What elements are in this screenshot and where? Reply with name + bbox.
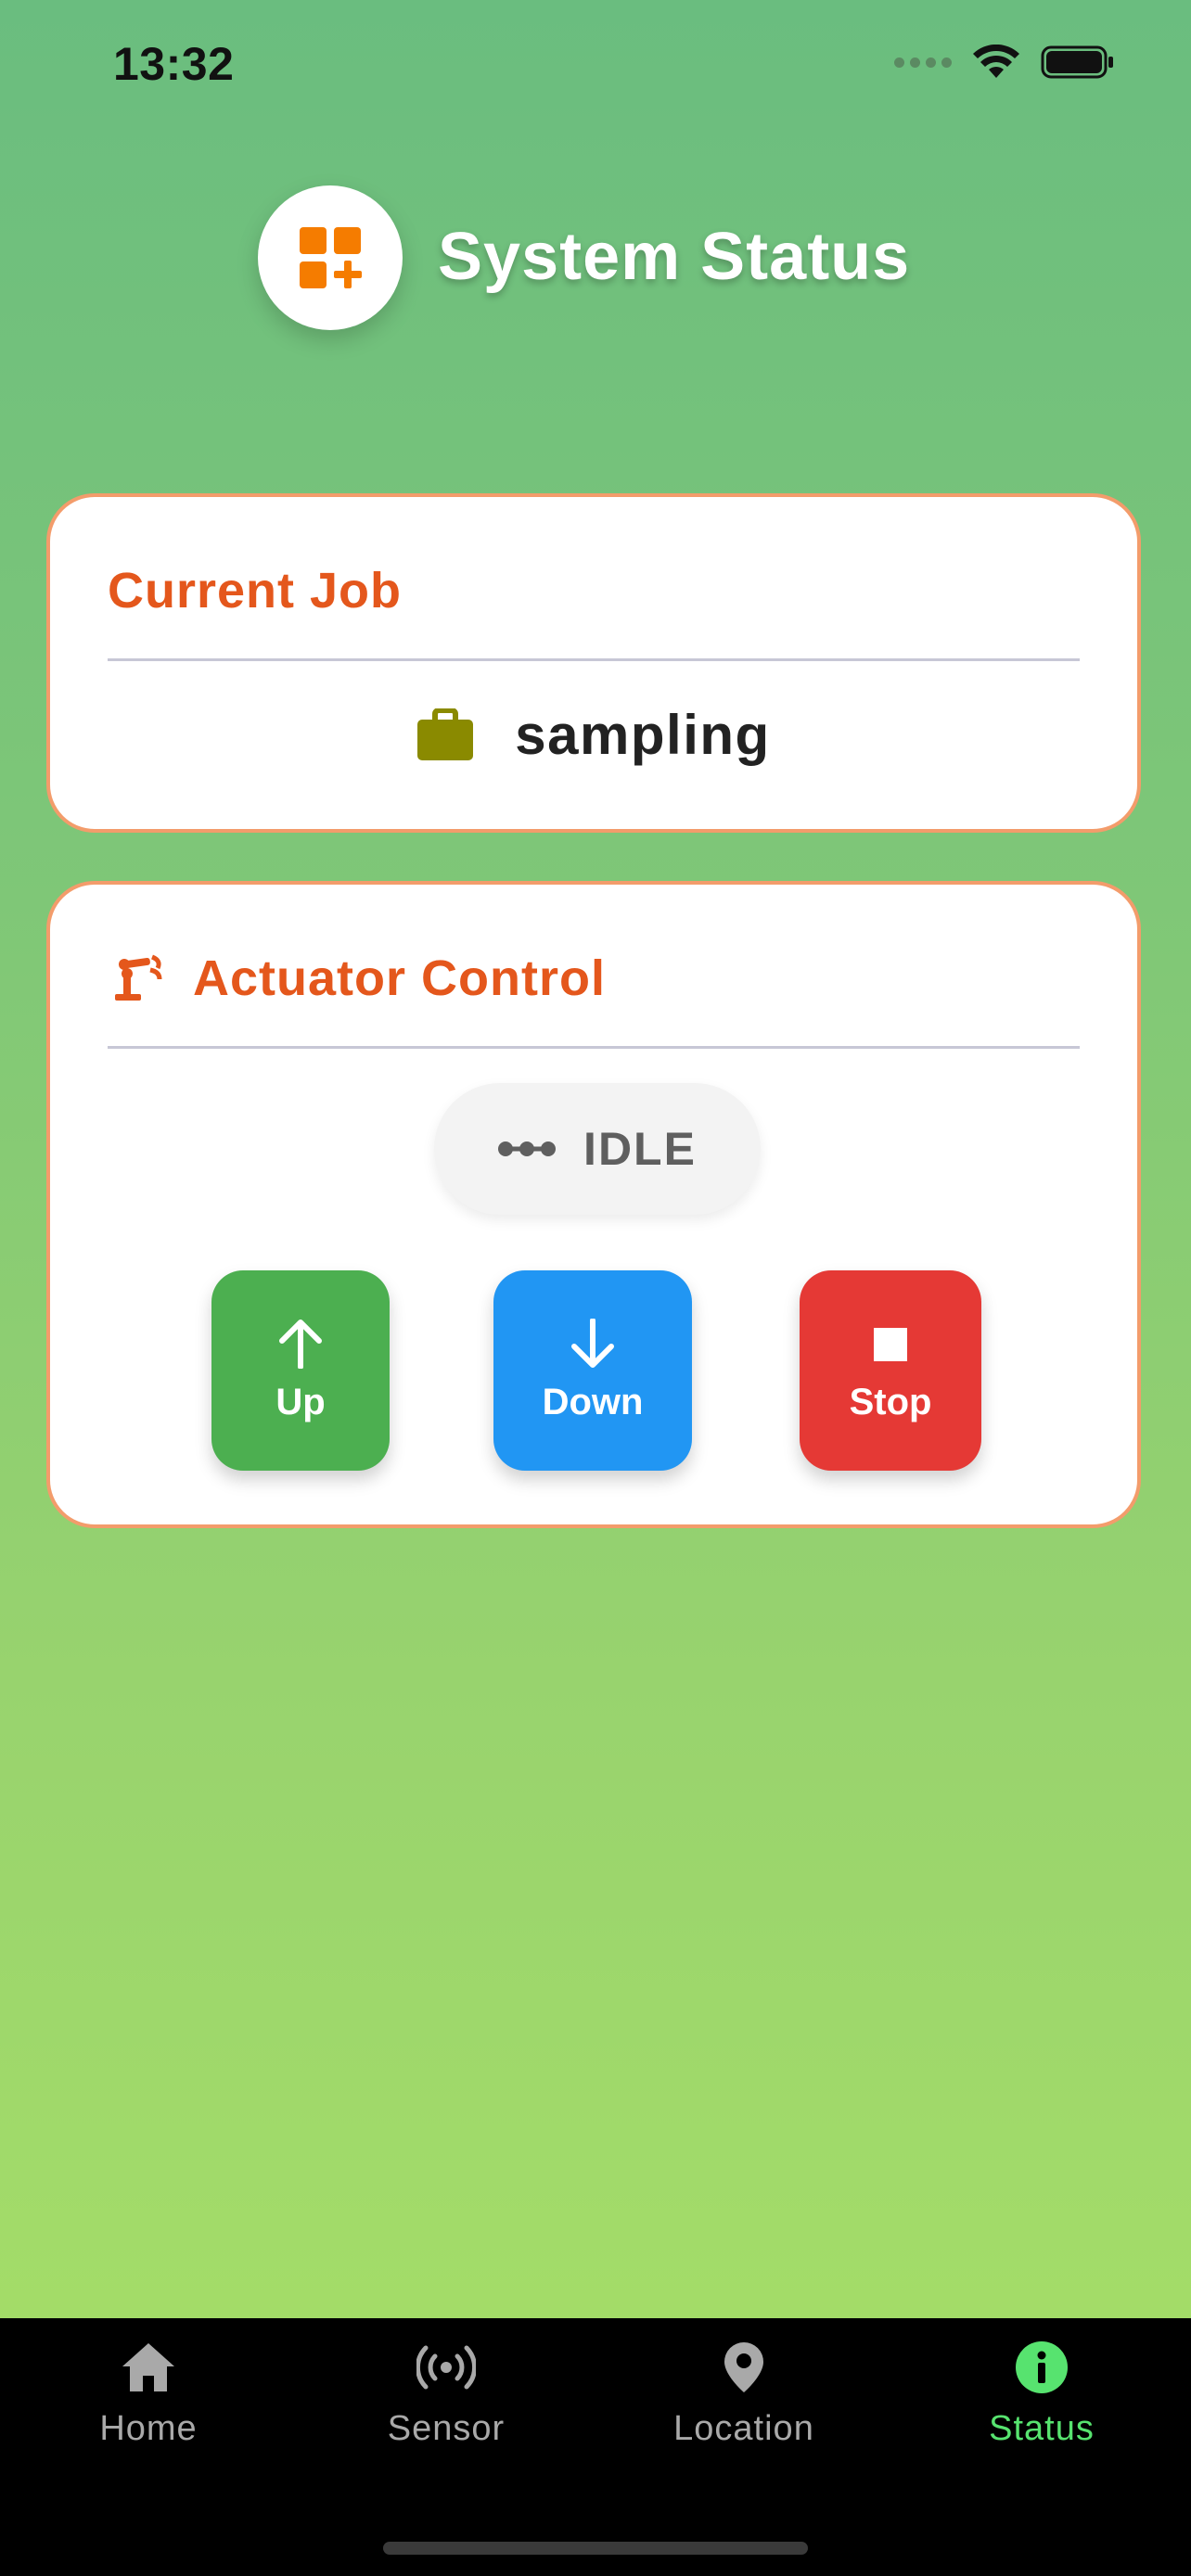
stop-button-label: Stop — [849, 1381, 932, 1422]
tab-home[interactable]: Home — [46, 2340, 250, 2449]
actuator-control-title: Actuator Control — [193, 950, 606, 1006]
wifi-icon — [973, 45, 1019, 78]
current-job-row: sampling — [50, 703, 1137, 767]
current-job-card: Current Job sampling — [46, 493, 1141, 833]
bottom-tab-bar: Home Sensor Location Status — [0, 2318, 1191, 2576]
current-job-title: Current Job — [108, 563, 403, 618]
tab-location[interactable]: Location — [642, 2340, 846, 2449]
home-indicator[interactable] — [383, 2542, 808, 2555]
app-logo — [258, 185, 403, 330]
status-bar: 13:32 — [0, 0, 1191, 130]
up-button[interactable]: Up — [211, 1270, 390, 1471]
tab-sensor[interactable]: Sensor — [344, 2340, 548, 2449]
linear-scale-icon — [498, 1141, 557, 1156]
tab-location-label: Location — [673, 2409, 814, 2448]
divider — [108, 658, 1080, 661]
dashboard-add-icon — [300, 227, 362, 288]
briefcase-icon — [417, 708, 474, 760]
stop-button[interactable]: Stop — [800, 1270, 981, 1471]
divider — [108, 1046, 1080, 1049]
down-button-label: Down — [542, 1381, 644, 1422]
tab-status[interactable]: Status — [940, 2340, 1144, 2449]
page-title: System Status — [438, 220, 911, 294]
tab-status-label: Status — [989, 2409, 1095, 2448]
stop-icon — [874, 1327, 907, 1361]
arrow-down-icon — [571, 1318, 614, 1368]
tab-home-label: Home — [99, 2409, 198, 2448]
tab-sensor-label: Sensor — [387, 2409, 506, 2448]
home-icon — [122, 2343, 174, 2391]
current-job-value: sampling — [515, 704, 771, 766]
status-time: 13:32 — [113, 38, 235, 90]
actuator-status-text: IDLE — [583, 1123, 697, 1175]
signal-icon — [894, 57, 952, 68]
arrow-up-icon — [279, 1319, 322, 1369]
battery-icon — [1041, 45, 1113, 79]
down-button[interactable]: Down — [493, 1270, 692, 1471]
up-button-label: Up — [275, 1381, 326, 1422]
actuator-control-card: Actuator Control IDLE Up Down Stop — [46, 881, 1141, 1528]
robot-arm-icon — [115, 954, 162, 1001]
page-header: System Status — [0, 185, 1191, 334]
status-icons — [894, 45, 1115, 80]
location-pin-icon — [724, 2342, 763, 2392]
actuator-status-badge: IDLE — [434, 1083, 761, 1215]
sensor-icon — [416, 2345, 476, 2390]
info-icon — [1016, 2341, 1068, 2393]
